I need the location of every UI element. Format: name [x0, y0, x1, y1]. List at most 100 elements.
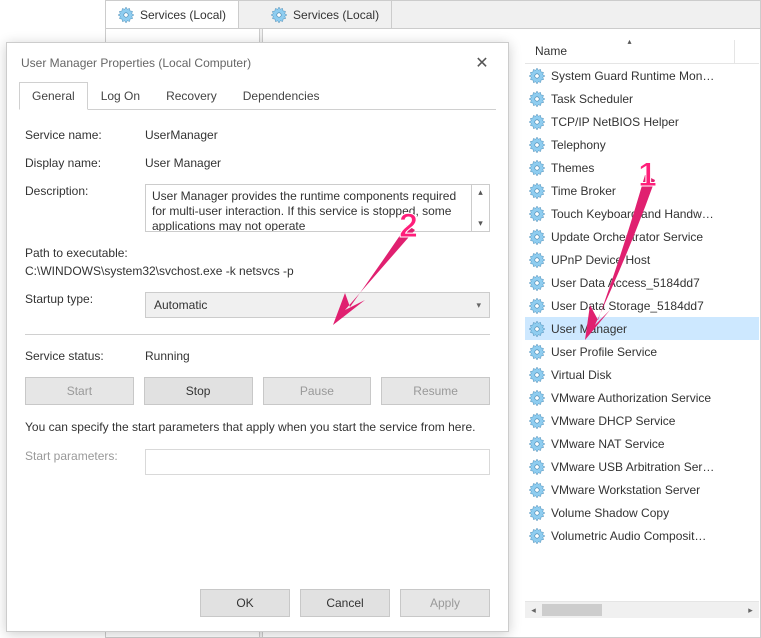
service-name: User Data Storage_5184dd7 — [551, 299, 704, 313]
gear-icon — [271, 7, 287, 23]
label-display-name: Display name: — [25, 156, 145, 170]
service-row[interactable]: User Manager — [525, 317, 759, 340]
service-row[interactable]: VMware NAT Service — [525, 432, 759, 455]
scroll-right-icon[interactable]: ▸ — [742, 602, 759, 618]
service-row[interactable]: Volumetric Audio Composit… — [525, 524, 759, 547]
column-header-name[interactable]: ▴ Name — [525, 40, 735, 63]
service-name: VMware Workstation Server — [551, 483, 700, 497]
gear-icon — [529, 505, 545, 521]
service-row[interactable]: VMware Authorization Service — [525, 386, 759, 409]
column-header-label: Name — [535, 44, 567, 58]
service-name: User Manager — [551, 322, 627, 336]
start-button[interactable]: Start — [25, 377, 134, 405]
service-row[interactable]: VMware DHCP Service — [525, 409, 759, 432]
service-row[interactable]: VMware Workstation Server — [525, 478, 759, 501]
cancel-button[interactable]: Cancel — [300, 589, 390, 617]
gear-icon — [529, 321, 545, 337]
scroll-left-icon[interactable]: ◂ — [525, 602, 542, 618]
tab-dependencies[interactable]: Dependencies — [230, 82, 333, 110]
service-name: Themes — [551, 161, 594, 175]
service-row[interactable]: User Profile Service — [525, 340, 759, 363]
service-row[interactable]: VMware USB Arbitration Ser… — [525, 455, 759, 478]
service-name: VMware NAT Service — [551, 437, 665, 451]
gear-icon — [529, 413, 545, 429]
tab-services-local-right[interactable]: Services (Local) — [259, 1, 392, 28]
gear-icon — [118, 7, 134, 23]
tab-label: Services (Local) — [140, 8, 226, 22]
service-row[interactable]: User Data Access_5184dd7 — [525, 271, 759, 294]
service-row[interactable]: Task Scheduler — [525, 87, 759, 110]
gear-icon — [529, 528, 545, 544]
gear-icon — [529, 252, 545, 268]
horizontal-scrollbar[interactable]: ◂ ▸ — [525, 601, 759, 618]
gear-icon — [529, 206, 545, 222]
service-row[interactable]: User Data Storage_5184dd7 — [525, 294, 759, 317]
gear-icon — [529, 275, 545, 291]
start-parameters-hint: You can specify the start parameters tha… — [25, 419, 490, 435]
service-name: Update Orchestrator Service — [551, 230, 703, 244]
tab-services-local-left[interactable]: Services (Local) — [106, 1, 239, 28]
resume-button[interactable]: Resume — [381, 377, 490, 405]
service-row[interactable]: UPnP Device Host — [525, 248, 759, 271]
service-row[interactable]: TCP/IP NetBIOS Helper — [525, 110, 759, 133]
service-row[interactable]: System Guard Runtime Mon… — [525, 64, 759, 87]
label-description: Description: — [25, 184, 145, 198]
service-name: Virtual Disk — [551, 368, 611, 382]
apply-button[interactable]: Apply — [400, 589, 490, 617]
description-scrollbar[interactable]: ▴ ▾ — [472, 184, 490, 232]
services-column-header: ▴ Name — [525, 40, 759, 64]
startup-type-select[interactable]: Automatic ▾ — [145, 292, 490, 318]
dialog-title: User Manager Properties (Local Computer) — [21, 56, 251, 70]
label-service-status: Service status: — [25, 349, 145, 363]
service-name: Telephony — [551, 138, 606, 152]
gear-icon — [529, 114, 545, 130]
service-row[interactable]: Touch Keyboard and Handw… — [525, 202, 759, 225]
service-row[interactable]: Volume Shadow Copy — [525, 501, 759, 524]
service-name: VMware Authorization Service — [551, 391, 711, 405]
start-parameters-input[interactable] — [145, 449, 490, 475]
services-list[interactable]: System Guard Runtime Mon… Task Scheduler T… — [525, 64, 759, 547]
service-row[interactable]: Telephony — [525, 133, 759, 156]
close-icon[interactable]: ✕ — [470, 53, 494, 73]
description-textbox[interactable]: User Manager provides the runtime compon… — [145, 184, 472, 232]
service-name: VMware DHCP Service — [551, 414, 675, 428]
gear-icon — [529, 298, 545, 314]
service-name: Task Scheduler — [551, 92, 633, 106]
scroll-down-icon[interactable]: ▾ — [472, 216, 489, 231]
service-row[interactable]: Themes — [525, 156, 759, 179]
gear-icon — [529, 160, 545, 176]
tab-general[interactable]: General — [19, 82, 88, 110]
value-service-name: UserManager — [145, 128, 490, 142]
service-name: Touch Keyboard and Handw… — [551, 207, 714, 221]
pause-button[interactable]: Pause — [263, 377, 372, 405]
gear-icon — [529, 68, 545, 84]
service-name: System Guard Runtime Mon… — [551, 69, 714, 83]
gear-icon — [529, 482, 545, 498]
label-path: Path to executable: — [25, 246, 490, 260]
service-name: TCP/IP NetBIOS Helper — [551, 115, 679, 129]
service-row[interactable]: Virtual Disk — [525, 363, 759, 386]
sort-indicator-icon: ▴ — [627, 37, 631, 46]
service-name: UPnP Device Host — [551, 253, 650, 267]
tab-logon[interactable]: Log On — [88, 82, 153, 110]
scroll-up-icon[interactable]: ▴ — [472, 185, 489, 200]
dialog-tabs: General Log On Recovery Dependencies — [19, 81, 496, 110]
value-path: C:\WINDOWS\system32\svchost.exe -k netsv… — [25, 264, 490, 278]
scrollbar-thumb[interactable] — [542, 604, 602, 616]
gear-icon — [529, 137, 545, 153]
properties-dialog: User Manager Properties (Local Computer)… — [6, 42, 509, 632]
gear-icon — [529, 459, 545, 475]
service-name: VMware USB Arbitration Ser… — [551, 460, 714, 474]
chevron-down-icon: ▾ — [476, 300, 481, 311]
service-name: Volumetric Audio Composit… — [551, 529, 706, 543]
ok-button[interactable]: OK — [200, 589, 290, 617]
service-row[interactable]: Update Orchestrator Service — [525, 225, 759, 248]
stop-button[interactable]: Stop — [144, 377, 253, 405]
tab-recovery[interactable]: Recovery — [153, 82, 230, 110]
divider — [25, 334, 490, 335]
gear-icon — [529, 344, 545, 360]
gear-icon — [529, 390, 545, 406]
service-name: Time Broker — [551, 184, 616, 198]
service-row[interactable]: Time Broker — [525, 179, 759, 202]
tab-label: Services (Local) — [293, 8, 379, 22]
